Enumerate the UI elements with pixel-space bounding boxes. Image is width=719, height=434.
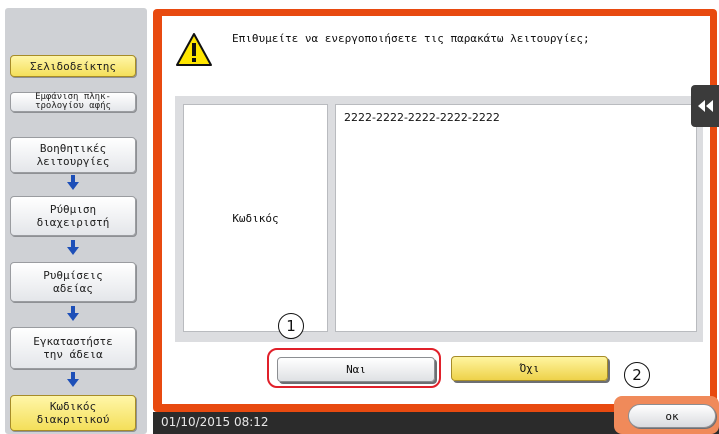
step-install-license-button[interactable]: Εγκαταστήστε την άδεια	[10, 327, 136, 369]
down-arrow-icon	[67, 372, 79, 387]
no-button[interactable]: Όχι	[451, 356, 608, 381]
step-administrator-button[interactable]: Ρύθμιση διαχειριστή	[10, 196, 136, 236]
field-value-cell: 2222-2222-2222-2222-2222	[335, 104, 697, 332]
down-arrow-icon	[67, 175, 79, 190]
step-license-settings-button[interactable]: Ρυθμίσεις αδείας	[10, 262, 136, 302]
callout-2: 2	[624, 362, 650, 388]
down-arrow-icon	[67, 240, 79, 255]
license-code-value: 2222-2222-2222-2222-2222	[344, 111, 500, 124]
field-label-cell: Κωδικός	[183, 104, 328, 332]
bookmark-button[interactable]: Σελιδοδείκτης	[10, 55, 136, 77]
sidebar: Σελιδοδείκτης Εμφάνιση πληκ- τρολογίου α…	[0, 0, 152, 434]
warning-icon	[176, 33, 212, 66]
step-utility-button[interactable]: Βοηθητικές λειτουργίες	[10, 137, 136, 173]
step-token-code-button[interactable]: Κωδικός διακριτικού	[10, 395, 136, 431]
down-arrow-icon	[67, 306, 79, 321]
ok-button[interactable]: οκ	[628, 404, 716, 428]
yes-button[interactable]: Ναι	[277, 357, 435, 382]
collapse-panel-tab[interactable]	[691, 85, 719, 127]
callout-1: 1	[278, 313, 304, 339]
keypad-display-button[interactable]: Εμφάνιση πληκ- τρολογίου αφής	[10, 92, 136, 112]
datetime-display: 01/10/2015 08:12	[161, 415, 269, 429]
collapse-panel-icon	[698, 100, 713, 112]
dialog-prompt: Επιθυμείτε να ενεργοποιήσετε τις παρακάτ…	[232, 32, 590, 45]
field-label: Κωδικός	[232, 211, 279, 225]
